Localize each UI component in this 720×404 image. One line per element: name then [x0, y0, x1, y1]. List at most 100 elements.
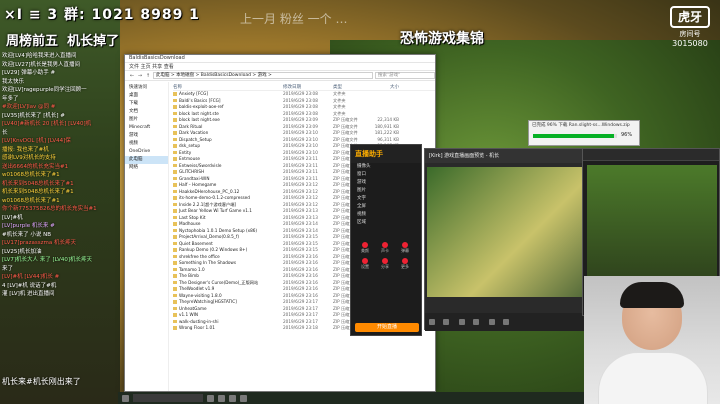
folder-icon — [173, 209, 177, 213]
start-live-button[interactable]: 开始直播 — [355, 323, 419, 332]
download-progress-bar — [533, 134, 617, 138]
address-path[interactable]: 此电脑 > 本地磁盘 > BaldisBasicsDownload > 游戏 > — [153, 72, 373, 79]
huya-tool-label: 分享 — [381, 264, 389, 269]
explorer-title: BaldisBasicsDownload — [125, 55, 435, 63]
banner-faded-text: 上一月 粉丝 一个 … — [240, 12, 348, 26]
column-size[interactable]: 大小 — [369, 84, 399, 90]
column-date[interactable]: 修改日期 — [283, 84, 333, 90]
tool-icon[interactable] — [458, 319, 465, 325]
huya-menu-item[interactable]: 窗口 — [351, 171, 421, 179]
folder-icon — [173, 137, 177, 142]
broadcast-preview-window[interactable]: [Kirk] 游戏直播画面预览 - 机长 — [424, 148, 585, 331]
nav-pane-item[interactable]: 下载 — [125, 100, 168, 108]
nav-pane-item[interactable]: 快速访问 — [125, 84, 168, 92]
file-name-text: UnheatGame — [179, 305, 207, 311]
huya-menu-item[interactable]: 区域 — [351, 219, 421, 227]
folder-icon — [173, 222, 177, 226]
folder-icon — [173, 326, 177, 330]
column-name[interactable]: 名称 — [173, 84, 283, 90]
file-name-text: walk-dusting-in-shi — [179, 318, 219, 324]
file-date: 2019/6/29 23:18 — [283, 325, 318, 330]
nav-pane-item[interactable]: 图片 — [125, 116, 168, 124]
search-input[interactable]: 搜索"游戏" — [375, 72, 435, 79]
tool-icon[interactable] — [502, 319, 509, 325]
chat-message: 年多了 — [2, 95, 19, 102]
nav-pane-item[interactable]: Minecraft — [125, 124, 168, 132]
file-name-text: Wayne-visiting 1.8.0 — [179, 292, 222, 298]
nav-pane-item[interactable]: 此电脑 — [125, 156, 168, 164]
app-icon[interactable] — [229, 394, 236, 402]
file-name-text: Entity — [179, 149, 192, 155]
file-name-text: Quiet Basement — [179, 240, 213, 246]
huya-tool-button[interactable]: 设置 — [355, 258, 375, 272]
file-name-text: Rankup Demo (0.2 Windows 8+) — [179, 247, 248, 252]
huya-tool-button[interactable]: 分享 — [375, 258, 395, 272]
folder-icon — [173, 131, 177, 135]
windows-taskbar — [118, 392, 584, 404]
folder-icon — [173, 157, 177, 161]
folder-icon — [173, 241, 177, 246]
huya-tool-button[interactable]: 更多 — [395, 258, 415, 272]
download-title: 已完成 96% 下载 Ran.slight-ss...Windows.zip — [532, 123, 630, 128]
huya-menu: 摄像头 窗口 游戏 图片 文字 全屏 视频 区域 — [351, 163, 421, 227]
download-progress-fill — [533, 134, 614, 138]
folder-icon — [173, 202, 177, 207]
chat-message: w01068总机长来了#1 — [2, 172, 60, 178]
tool-icon[interactable] — [472, 319, 479, 325]
tool-icon[interactable] — [429, 319, 435, 325]
folder-icon — [173, 248, 177, 252]
nav-pane-item[interactable]: OneDrive — [125, 148, 168, 156]
nav-pane-item[interactable]: 游戏 — [125, 132, 168, 140]
back-icon[interactable]: ← — [129, 73, 135, 79]
chat-message: 欢迎[LV]ragepurple同学注回顾一 — [2, 87, 87, 93]
huya-menu-item[interactable]: 摄像头 — [351, 163, 421, 171]
folder-icon — [173, 274, 177, 278]
chat-message: w01068总机长来了#1 — [2, 197, 60, 204]
huya-tool-button[interactable]: 美颜 — [355, 242, 375, 256]
taskbar-search[interactable] — [133, 394, 203, 402]
huya-menu-item[interactable]: 图片 — [351, 187, 421, 195]
file-name-text: Anxiety [FCG] — [179, 91, 209, 96]
nav-pane-item[interactable]: 桌面 — [125, 92, 168, 100]
huya-menu-item[interactable]: 视频 — [351, 211, 421, 219]
huya-assistant-panel[interactable]: 直播助手 摄像头 窗口 游戏 图片 文字 全屏 视频 区域 美颜 声卡 弹幕 设置 分享 更多 开始直播 — [350, 144, 422, 336]
chat-message: 机长来到5048总机长来了#1 — [2, 189, 74, 195]
nav-pane-item[interactable]: 文档 — [125, 108, 168, 116]
chat-message: 感谢LV9对机长的支持 — [2, 155, 56, 161]
nav-pane-item[interactable]: 视频 — [125, 140, 168, 148]
download-percent: 96% — [621, 132, 633, 138]
file-name-text: block last night.exe — [179, 117, 220, 122]
explorer-address-bar: ← → ↑ 此电脑 > 本地磁盘 > BaldisBasicsDownload … — [125, 71, 435, 81]
tool-icon[interactable] — [443, 319, 449, 325]
column-type[interactable]: 类型 — [333, 84, 369, 90]
explorer-ribbon[interactable]: 文件 主页 共享 查看 — [125, 63, 435, 71]
folder-icon — [173, 163, 177, 168]
file-name-text: The Designer's Curse(Demo)_正版网站 — [179, 279, 259, 285]
chat-message: [LV]purple 机长来 # — [2, 223, 55, 229]
chat-message: [LV]#机 — [2, 214, 23, 221]
chat-message: [LV40]#新机长 20 [机长] [LV40]机 — [2, 121, 92, 127]
file-name-text: block last night.ste — [179, 110, 219, 116]
huya-menu-item[interactable]: 文字 — [351, 195, 421, 203]
browser-icon[interactable] — [218, 394, 225, 402]
huya-menu-item[interactable]: 全屏 — [351, 203, 421, 211]
nav-pane-item[interactable]: 网络 — [125, 164, 168, 172]
file-name-text: The Bimb — [179, 273, 199, 278]
huya-tool-button[interactable]: 弹幕 — [395, 242, 415, 256]
streamer-hair — [620, 282, 684, 308]
danmaku-chat: 欢迎[LV4]哈哈我来进入直播间 欢迎[LV27]机长是我男人直播间 [LV29] … — [2, 52, 114, 299]
explorer-icon[interactable] — [207, 394, 214, 402]
file-name-text: Grandtaxi-WIN — [179, 175, 210, 181]
start-icon[interactable] — [122, 394, 129, 402]
download-dialog[interactable]: 已完成 96% 下载 Ran.slight-ss...Windows.zip 9… — [528, 120, 640, 146]
huya-tool-button[interactable]: 声卡 — [375, 242, 395, 256]
column-headers: 名称 修改日期 类型 大小 — [173, 84, 435, 91]
forward-icon[interactable]: → — [137, 73, 143, 79]
file-name-text: Just Bear Yellow Wi Turf Game v1.1 — [179, 208, 252, 213]
app-icon[interactable] — [240, 394, 247, 402]
huya-menu-item[interactable]: 游戏 — [351, 179, 421, 187]
up-icon[interactable]: ↑ — [145, 73, 151, 79]
file-name-text: Dark Vacation — [179, 130, 209, 135]
tool-icon[interactable] — [488, 319, 495, 325]
file-name-text: Dispatch_Setup — [179, 136, 212, 142]
